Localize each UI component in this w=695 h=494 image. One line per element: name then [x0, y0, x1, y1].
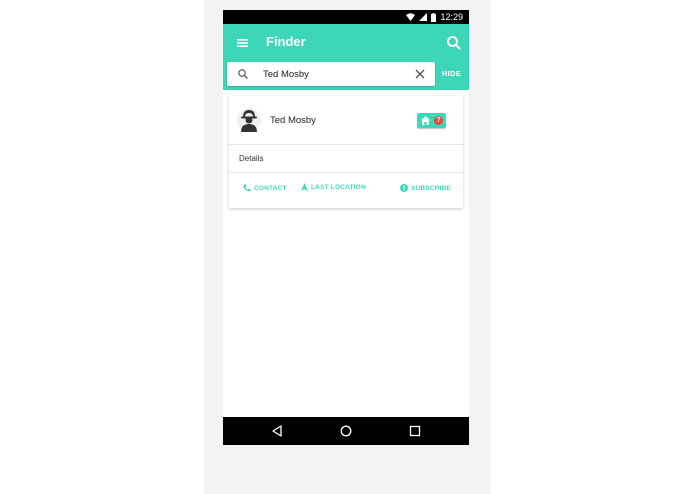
menu-icon[interactable] — [236, 36, 250, 50]
divider — [229, 144, 463, 145]
subscribe-label: SUBSCRIBE — [411, 184, 452, 192]
nav-bar — [223, 417, 469, 445]
search-bar: HIDE — [223, 62, 469, 90]
alert-indicator: ? — [434, 116, 443, 125]
search-box — [227, 62, 435, 86]
status-icons: 12:29 — [406, 11, 463, 23]
divider — [229, 172, 463, 173]
search-icon — [238, 69, 248, 79]
phone-icon — [243, 184, 251, 192]
phone-screen: 12:29 Finder HIDE — [223, 10, 469, 445]
signal-icon — [419, 13, 428, 21]
last-location-label: LAST LOCATION — [311, 183, 366, 191]
wifi-icon — [406, 13, 416, 21]
avatar-icon — [237, 108, 261, 132]
contact-button[interactable]: CONTACT — [243, 184, 287, 192]
status-time: 12:29 — [440, 12, 463, 22]
subscribe-button[interactable]: SUBSCRIBE — [400, 184, 451, 192]
battery-icon — [431, 12, 437, 22]
status-bar: 12:29 — [223, 10, 469, 24]
recents-icon[interactable] — [409, 425, 421, 437]
back-icon[interactable] — [271, 425, 283, 437]
details-label[interactable]: Details — [239, 154, 263, 163]
hide-button[interactable]: HIDE — [442, 69, 461, 78]
home-icon — [421, 116, 430, 125]
contact-label: CONTACT — [254, 184, 287, 192]
navigation-icon — [301, 183, 308, 191]
result-card[interactable]: Ted Mosby ? Details CONTACT LAST LOCATIO… — [229, 96, 463, 208]
info-icon — [400, 184, 408, 192]
search-input[interactable] — [263, 65, 413, 83]
app-bar: Finder — [223, 24, 469, 62]
contact-name: Ted Mosby — [270, 115, 316, 126]
clear-icon[interactable] — [414, 68, 426, 80]
home-circle-icon[interactable] — [340, 425, 352, 437]
status-badge[interactable]: ? — [417, 113, 446, 128]
last-location-button[interactable]: LAST LOCATION — [301, 183, 366, 191]
search-icon[interactable] — [445, 34, 463, 52]
app-title: Finder — [266, 34, 306, 49]
